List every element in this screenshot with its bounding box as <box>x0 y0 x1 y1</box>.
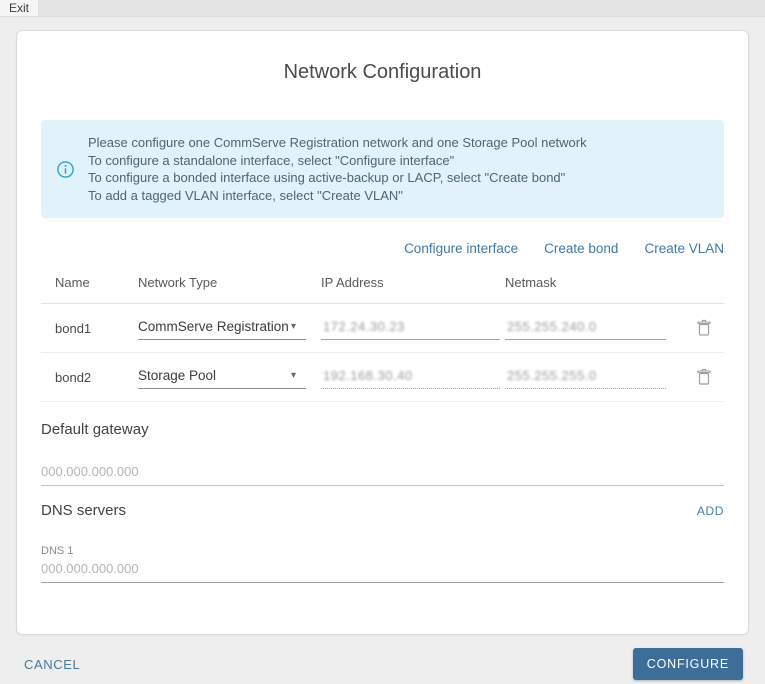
info-line: To configure a standalone interface, sel… <box>88 152 587 170</box>
create-bond-link[interactable]: Create bond <box>544 241 618 256</box>
dns-entry: DNS 1 <box>41 545 724 583</box>
ip-address-value: 172.24.30.23 <box>323 319 405 334</box>
dns-section-header: DNS servers ADD <box>41 502 724 519</box>
info-line: To add a tagged VLAN interface, select "… <box>88 187 587 205</box>
column-header-netmask: Netmask <box>505 270 684 290</box>
netmask-field[interactable]: 255.255.240.0 <box>505 317 666 340</box>
info-icon <box>57 161 74 178</box>
configure-interface-link[interactable]: Configure interface <box>404 241 518 256</box>
network-type-value: Storage Pool <box>138 368 216 383</box>
column-header-ip-address: IP Address <box>321 270 505 290</box>
exit-button[interactable]: Exit <box>0 0 39 16</box>
netmask-value: 255.255.255.0 <box>507 368 597 383</box>
network-type-select[interactable]: CommServe Registration ▾ <box>138 316 306 340</box>
configure-button[interactable]: CONFIGURE <box>633 648 743 680</box>
column-header-name: Name <box>41 270 138 290</box>
dialog-footer: CANCEL CONFIGURE <box>0 648 765 680</box>
info-line: To configure a bonded interface using ac… <box>88 169 587 187</box>
info-line: Please configure one CommServe Registrat… <box>88 134 587 152</box>
dns1-input[interactable] <box>41 559 724 583</box>
create-vlan-link[interactable]: Create VLAN <box>644 241 724 256</box>
interfaces-table: Name Network Type IP Address Netmask bon… <box>41 270 724 402</box>
cancel-button[interactable]: CANCEL <box>24 657 80 672</box>
chevron-down-icon: ▾ <box>291 370 296 381</box>
dns1-label: DNS 1 <box>41 545 724 557</box>
delete-row-button[interactable] <box>684 368 724 386</box>
table-actions: Configure interface Create bond Create V… <box>41 241 724 256</box>
network-type-value: CommServe Registration <box>138 319 289 334</box>
table-row-bond1: bond1 CommServe Registration ▾ 172.24.30… <box>41 304 724 353</box>
network-configuration-dialog: Network Configuration Please configure o… <box>16 30 749 635</box>
netmask-field[interactable]: 255.255.255.0 <box>505 366 666 389</box>
default-gateway-input[interactable] <box>41 462 724 486</box>
ip-address-value: 192.168.30.40 <box>323 368 413 383</box>
trash-icon <box>696 319 712 337</box>
netmask-value: 255.255.240.0 <box>507 319 597 334</box>
interface-name: bond2 <box>41 370 138 385</box>
interface-name: bond1 <box>41 321 138 336</box>
top-menu-bar: Exit <box>0 0 765 17</box>
dialog-title: Network Configuration <box>41 61 724 84</box>
info-text: Please configure one CommServe Registrat… <box>88 134 587 204</box>
table-row-bond2: bond2 Storage Pool ▾ 192.168.30.40 255.2… <box>41 353 724 402</box>
delete-row-button[interactable] <box>684 319 724 337</box>
column-header-actions <box>684 270 724 275</box>
column-header-network-type: Network Type <box>138 270 321 290</box>
ip-address-field[interactable]: 172.24.30.23 <box>321 317 500 340</box>
dns-servers-label: DNS servers <box>41 502 126 519</box>
info-banner: Please configure one CommServe Registrat… <box>41 120 724 218</box>
network-type-select[interactable]: Storage Pool ▾ <box>138 365 306 389</box>
chevron-down-icon: ▾ <box>291 321 296 332</box>
ip-address-field[interactable]: 192.168.30.40 <box>321 366 500 389</box>
default-gateway-label: Default gateway <box>41 421 724 438</box>
table-header-row: Name Network Type IP Address Netmask <box>41 270 724 304</box>
add-dns-button[interactable]: ADD <box>697 504 724 518</box>
trash-icon <box>696 368 712 386</box>
